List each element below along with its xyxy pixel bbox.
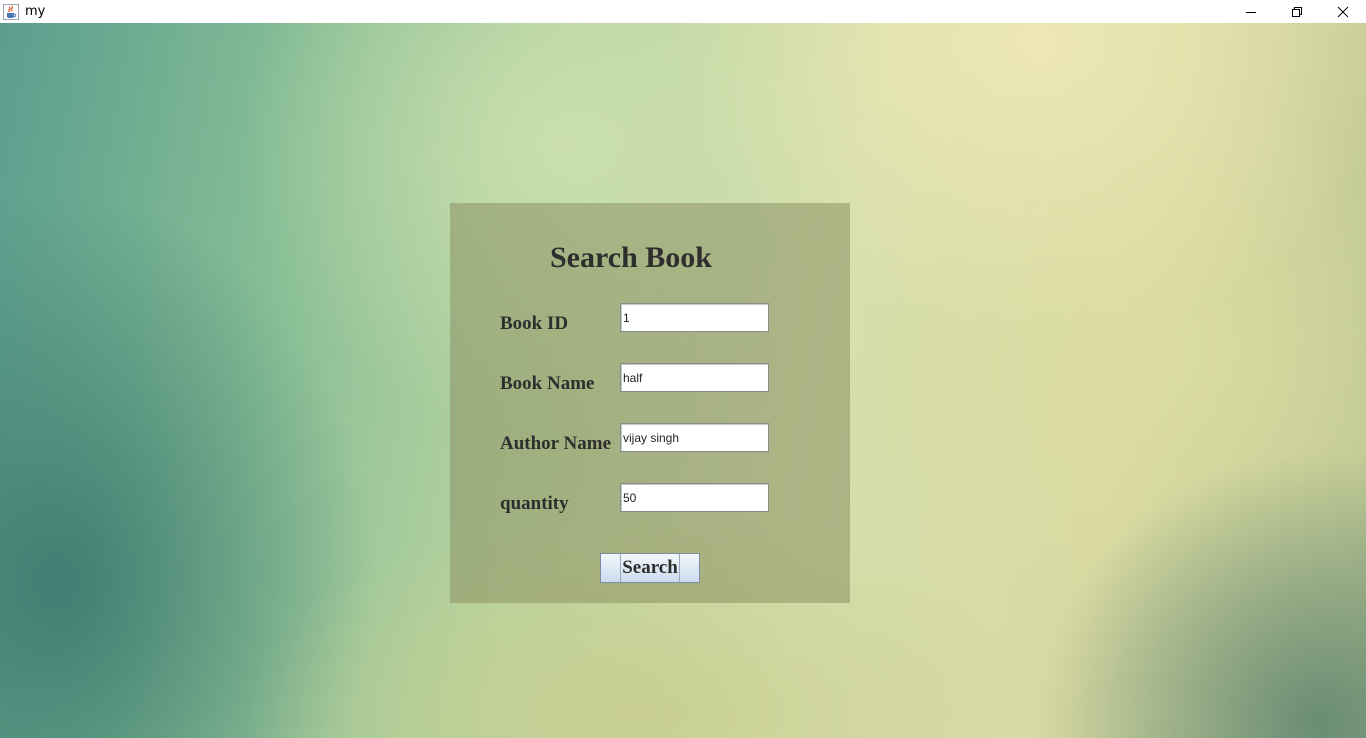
book-id-input[interactable] bbox=[620, 303, 769, 332]
book-id-label: Book ID bbox=[500, 313, 569, 334]
search-button[interactable]: Search bbox=[600, 553, 700, 583]
author-name-input[interactable] bbox=[620, 423, 769, 452]
quantity-input[interactable] bbox=[620, 483, 769, 512]
close-icon bbox=[1337, 6, 1349, 17]
close-button[interactable] bbox=[1320, 0, 1366, 23]
minimize-button[interactable] bbox=[1228, 0, 1274, 23]
form-heading: Search Book bbox=[550, 241, 712, 274]
window-title: my bbox=[25, 4, 46, 19]
title-bar[interactable]: my bbox=[0, 0, 1366, 23]
java-cup-icon bbox=[3, 3, 19, 20]
book-name-input[interactable] bbox=[620, 363, 769, 392]
quantity-label: quantity bbox=[500, 493, 569, 514]
restore-icon bbox=[1292, 6, 1302, 17]
restore-button[interactable] bbox=[1274, 0, 1320, 23]
author-name-label: Author Name bbox=[500, 433, 612, 454]
minimize-icon bbox=[1246, 11, 1256, 13]
search-button-label: Search bbox=[620, 554, 680, 582]
search-book-panel: Search Book Book ID Book Name Author Nam… bbox=[450, 203, 850, 603]
window-controls bbox=[1228, 0, 1366, 23]
book-name-label: Book Name bbox=[500, 373, 595, 394]
app-window: my Search Book Book ID 1 Book Name half … bbox=[0, 0, 1366, 738]
